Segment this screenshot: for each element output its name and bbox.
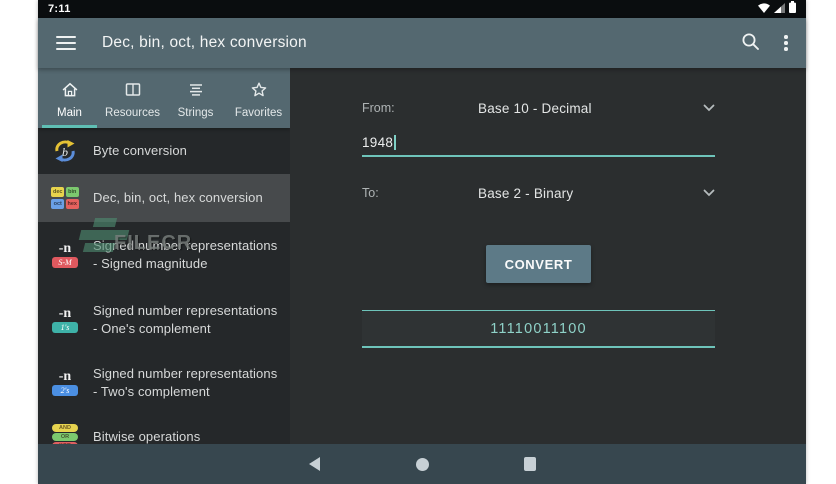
sidebar-item-signed-magnitude[interactable]: -n S-M Signed number representations - S… xyxy=(38,222,290,288)
android-nav-bar xyxy=(38,444,806,484)
item-label: Signed number representations xyxy=(93,366,278,381)
tab-favorites[interactable]: Favorites xyxy=(227,68,290,128)
sidebar-list: b Byte conversion dec bin oct hex Dec, b… xyxy=(38,128,290,444)
back-button[interactable] xyxy=(304,454,324,474)
to-base-dropdown[interactable]: To: Base 2 - Binary xyxy=(362,178,715,208)
tab-label: Main xyxy=(57,107,82,119)
home-circle-icon xyxy=(415,457,429,471)
chevron-down-icon xyxy=(703,184,715,202)
chevron-down-icon xyxy=(703,99,715,117)
ones-badge: 1's xyxy=(52,322,78,333)
svg-text:b: b xyxy=(62,145,68,159)
sm-badge: S-M xyxy=(52,257,78,268)
sidebar: Main Resources Strings Favorites b Byte … xyxy=(38,68,290,444)
tab-strings[interactable]: Strings xyxy=(164,68,227,128)
twos-complement-icon: -n 2's xyxy=(50,370,80,396)
table-icon xyxy=(124,81,142,101)
item-label: Dec, bin, oct, hex conversion xyxy=(93,190,263,205)
search-button[interactable] xyxy=(741,32,760,54)
signal-icon xyxy=(774,0,785,18)
converter-panel: From: Base 10 - Decimal 1948 To: Base 2 … xyxy=(290,68,806,444)
star-icon xyxy=(250,81,268,101)
item-label: Signed number representations xyxy=(93,238,278,253)
result-field: 11110011100 xyxy=(362,310,715,348)
overflow-menu-button[interactable] xyxy=(784,35,788,51)
item-label-2: - Two's complement xyxy=(93,384,210,399)
icon-cell-bin: bin xyxy=(65,187,79,198)
sidebar-item-ones-complement[interactable]: -n 1's Signed number representations - O… xyxy=(38,288,290,352)
app-bar: Dec, bin, oct, hex conversion xyxy=(38,18,806,68)
search-icon xyxy=(741,32,760,54)
icon-cell-dec: dec xyxy=(51,187,65,198)
home-button[interactable] xyxy=(412,454,432,474)
from-value: Base 10 - Decimal xyxy=(478,100,592,116)
convert-button[interactable]: CONVERT xyxy=(485,245,592,283)
and-pill: AND xyxy=(52,424,78,432)
byte-conversion-icon: b xyxy=(50,139,80,163)
number-input[interactable]: 1948 xyxy=(362,129,715,157)
item-label-2: - Signed magnitude xyxy=(93,256,208,271)
back-icon xyxy=(308,457,320,471)
drawer-tabs: Main Resources Strings Favorites xyxy=(38,68,290,128)
from-base-dropdown[interactable]: From: Base 10 - Decimal xyxy=(362,93,715,123)
item-label: Signed number representations xyxy=(93,303,278,318)
icon-cell-oct: oct xyxy=(51,198,65,209)
ones-complement-icon: -n 1's xyxy=(50,307,80,333)
signed-magnitude-icon: -n S-M xyxy=(50,242,80,268)
text-cursor xyxy=(394,135,397,150)
convert-button-wrap: CONVERT xyxy=(362,245,715,283)
sidebar-item-dec-bin-oct-hex[interactable]: dec bin oct hex Dec, bin, oct, hex conve… xyxy=(38,174,290,222)
sidebar-item-twos-complement[interactable]: -n 2's Signed number representations - T… xyxy=(38,352,290,414)
main-row: Main Resources Strings Favorites b Byte … xyxy=(38,68,806,444)
promo-canvas: 7:11 Dec, bin, oct, hex conversion Main … xyxy=(0,0,836,484)
status-icons xyxy=(758,0,796,18)
sidebar-item-bitwise-operations[interactable]: AND OR XOR Bitwise operations xyxy=(38,414,290,444)
result-value: 11110011100 xyxy=(490,320,587,337)
bitwise-operations-icon: AND OR XOR xyxy=(50,424,80,444)
app-screenshot: 7:11 Dec, bin, oct, hex conversion Main … xyxy=(38,0,806,484)
twos-badge: 2's xyxy=(52,385,78,396)
home-icon xyxy=(61,81,79,101)
recents-icon xyxy=(524,457,536,471)
to-value: Base 2 - Binary xyxy=(478,185,574,201)
dec-bin-oct-hex-icon: dec bin oct hex xyxy=(50,187,80,209)
tab-label: Resources xyxy=(105,107,160,119)
battery-icon xyxy=(789,0,796,18)
icon-cell-hex: hex xyxy=(65,198,79,209)
from-label: From: xyxy=(362,101,395,115)
converter-form: From: Base 10 - Decimal 1948 To: Base 2 … xyxy=(362,68,715,348)
recents-button[interactable] xyxy=(520,454,540,474)
wifi-icon xyxy=(758,0,770,18)
lines-icon xyxy=(187,81,205,101)
or-pill: OR xyxy=(52,433,78,441)
page-title: Dec, bin, oct, hex conversion xyxy=(102,34,307,51)
tab-main[interactable]: Main xyxy=(38,68,101,128)
item-label: Bitwise operations xyxy=(93,429,201,444)
overflow-dots-icon xyxy=(784,35,788,51)
number-input-value: 1948 xyxy=(362,135,394,150)
to-label: To: xyxy=(362,186,379,200)
tab-resources[interactable]: Resources xyxy=(101,68,164,128)
status-time: 7:11 xyxy=(48,3,71,15)
item-label-2: - One's complement xyxy=(93,321,211,336)
item-label: Byte conversion xyxy=(93,143,187,158)
tab-label: Favorites xyxy=(234,107,283,119)
sidebar-item-byte-conversion[interactable]: b Byte conversion xyxy=(38,128,290,174)
menu-button[interactable] xyxy=(56,36,76,50)
tab-label: Strings xyxy=(177,107,214,119)
status-bar: 7:11 xyxy=(38,0,806,18)
